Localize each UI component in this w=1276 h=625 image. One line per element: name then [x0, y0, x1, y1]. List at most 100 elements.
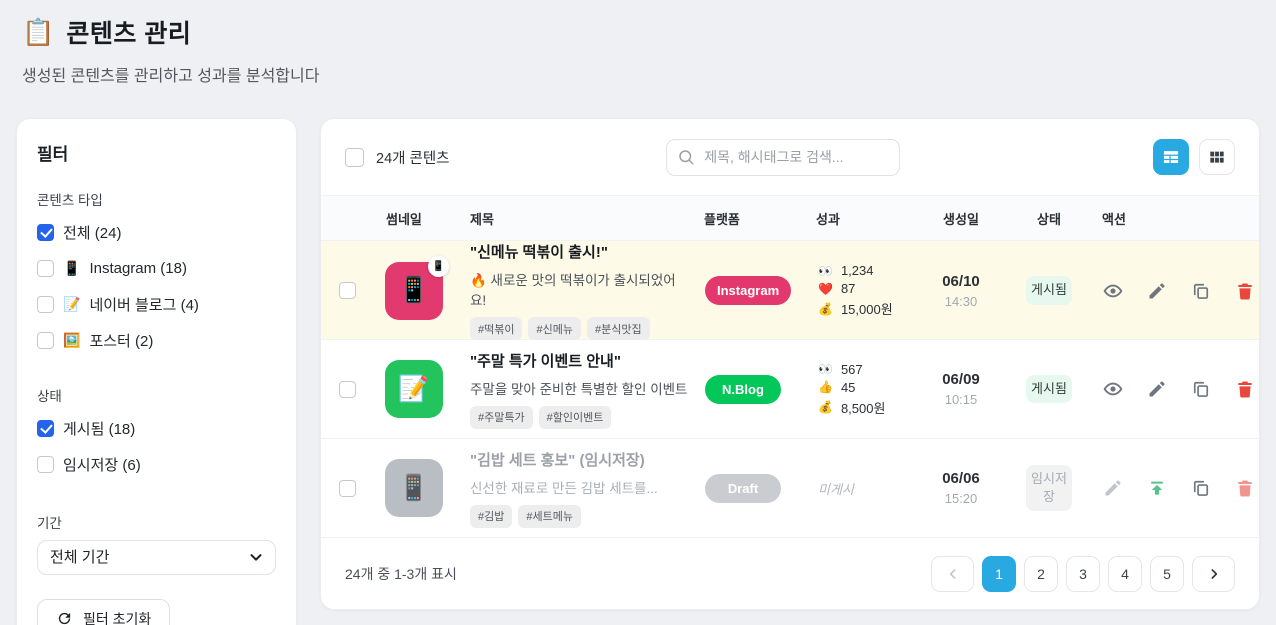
unpublished-note: 미게시	[818, 479, 913, 498]
row-actions	[1089, 478, 1255, 498]
row-checkbox[interactable]	[339, 480, 356, 497]
performance-metrics: 👀567👍45💰8,500원	[803, 359, 913, 420]
page-subtitle: 생성된 콘텐츠를 관리하고 성과를 분석합니다	[22, 62, 1254, 86]
filter-option[interactable]: 게시됨 (18)	[37, 410, 276, 446]
period-select[interactable]: 전체 기간	[37, 540, 276, 575]
page-title: 콘텐츠 관리	[66, 14, 191, 50]
reset-filters-label: 필터 초기화	[83, 609, 151, 625]
search-icon	[677, 148, 695, 166]
action-delete-button[interactable]	[1235, 379, 1255, 399]
action-copy-button[interactable]	[1191, 379, 1211, 399]
created-date: 06/10	[913, 273, 1009, 290]
page-button-1[interactable]: 1	[982, 556, 1016, 592]
list-view-icon	[1161, 147, 1181, 167]
grid-view-button[interactable]	[1199, 139, 1235, 175]
action-copy-button[interactable]	[1191, 478, 1211, 498]
chevron-right-icon	[1206, 566, 1222, 582]
filter-checkbox[interactable]	[37, 332, 54, 349]
row-checkbox[interactable]	[339, 282, 356, 299]
filter-checkbox[interactable]	[37, 296, 54, 313]
next-page-button[interactable]	[1192, 556, 1235, 592]
metric-value: 1,234	[841, 263, 874, 278]
filter-option-label: 전체 (24)	[63, 222, 121, 243]
page-button-5[interactable]: 5	[1150, 556, 1184, 592]
pencil-icon	[1103, 478, 1123, 498]
clipboard-icon: 📋	[22, 17, 54, 48]
filter-checkbox[interactable]	[37, 456, 54, 473]
metric: 👍45	[818, 380, 913, 395]
table-row[interactable]: 📝 "주말 특가 이벤트 안내" 주말을 맞아 준비한 특별한 할인 이벤트 #…	[321, 340, 1259, 439]
trash-icon	[1235, 478, 1255, 498]
action-edit-button[interactable]	[1103, 478, 1123, 498]
metric: 💰8,500원	[818, 398, 913, 417]
table-row[interactable]: 📱 📱 "신메뉴 떡볶이 출시!" 🔥 새로운 맛의 떡볶이가 출시되었어요! …	[321, 241, 1259, 340]
filter-option-label: 네이버 블로그 (4)	[89, 294, 198, 315]
filter-option[interactable]: 📝 네이버 블로그 (4)	[37, 286, 276, 322]
table-footer: 24개 중 1-3개 표시 12345	[321, 538, 1259, 609]
filter-option[interactable]: 전체 (24)	[37, 214, 276, 250]
performance-metrics: 미게시	[803, 479, 913, 498]
eye-icon	[1103, 379, 1123, 399]
table-header: 썸네일 제목 플랫폼 성과 생성일 상태 액션	[321, 195, 1259, 241]
row-actions	[1089, 379, 1255, 399]
action-delete-button[interactable]	[1235, 281, 1255, 301]
action-delete-button[interactable]	[1235, 478, 1255, 498]
metric: ❤️87	[818, 281, 913, 296]
action-edit-button[interactable]	[1147, 379, 1167, 399]
filter-status-options: 게시됨 (18) 임시저장 (6)	[37, 410, 276, 482]
grid-view-icon	[1207, 147, 1227, 167]
action-view-button[interactable]	[1103, 379, 1123, 399]
thumbnail: 📱	[385, 459, 443, 517]
action-publish-button[interactable]	[1147, 478, 1167, 498]
hashtag-list: #김밥#세트메뉴	[470, 505, 691, 528]
refresh-icon	[56, 610, 73, 625]
filter-checkbox[interactable]	[37, 420, 54, 437]
prev-page-button[interactable]	[931, 556, 974, 592]
created-date: 06/06	[913, 470, 1009, 487]
filter-checkbox[interactable]	[37, 224, 54, 241]
status-badge: 게시됨	[1026, 276, 1072, 304]
filter-title: 필터	[37, 140, 276, 165]
thumbnail-badge-icon: 📱	[428, 256, 449, 277]
col-performance: 성과	[803, 209, 913, 228]
page-button-4[interactable]: 4	[1108, 556, 1142, 592]
filter-checkbox[interactable]	[37, 260, 54, 277]
hashtag-list: #떡볶이#신메뉴#분식맛집	[470, 317, 691, 340]
copy-icon	[1191, 281, 1211, 301]
filter-option[interactable]: 🖼️ 포스터 (2)	[37, 322, 276, 358]
hashtag: #떡볶이	[470, 317, 522, 340]
table-row[interactable]: 📱 "김밥 세트 홍보" (임시저장) 신선한 재료로 만든 김밥 세트를...…	[321, 439, 1259, 538]
list-view-button[interactable]	[1153, 139, 1189, 175]
metric-icon: 💰	[818, 302, 833, 316]
eye-icon	[1103, 281, 1123, 301]
page-button-2[interactable]: 2	[1024, 556, 1058, 592]
platform-badge: Draft	[705, 474, 781, 503]
action-copy-button[interactable]	[1191, 281, 1211, 301]
action-edit-button[interactable]	[1147, 281, 1167, 301]
page-header: 📋 콘텐츠 관리 생성된 콘텐츠를 관리하고 성과를 분석합니다	[0, 0, 1276, 86]
thumbnail: 📱 📱	[385, 262, 443, 320]
metric: 👀 1,234	[818, 263, 913, 278]
reset-filters-button[interactable]: 필터 초기화	[37, 599, 170, 625]
page-button-3[interactable]: 3	[1066, 556, 1100, 592]
content-title: "김밥 세트 홍보" (임시저장)	[470, 449, 691, 470]
filter-option-icon: 📱	[63, 260, 80, 277]
col-status: 상태	[1009, 209, 1089, 228]
metric-icon: ❤️	[818, 282, 833, 296]
hashtag: #세트메뉴	[518, 505, 581, 528]
action-view-button[interactable]	[1103, 281, 1123, 301]
pagination: 12345	[931, 556, 1235, 592]
select-all-checkbox[interactable]	[345, 148, 364, 167]
filter-option-label: 임시저장 (6)	[63, 454, 141, 475]
metric-value: 15,000원	[841, 299, 893, 318]
thumbnail-emoji-icon: 📱	[398, 474, 429, 503]
col-actions: 액션	[1089, 209, 1241, 228]
created-date: 06/09	[913, 371, 1009, 388]
filter-option[interactable]: 임시저장 (6)	[37, 446, 276, 482]
row-checkbox[interactable]	[339, 381, 356, 398]
col-date: 생성일	[913, 209, 1009, 228]
filter-option-label: 포스터 (2)	[89, 330, 153, 351]
metric-icon: 👀	[818, 264, 833, 278]
filter-option[interactable]: 📱 Instagram (18)	[37, 250, 276, 286]
search-input[interactable]	[666, 139, 900, 176]
